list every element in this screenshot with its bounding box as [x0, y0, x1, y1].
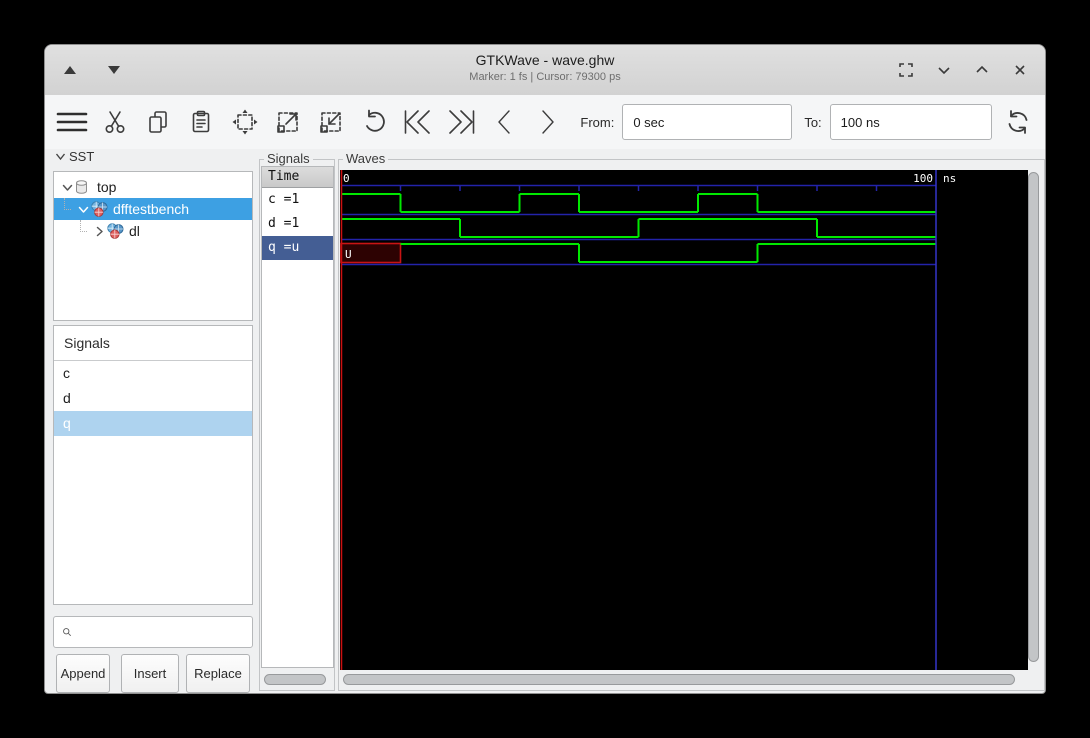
waves-frame: Waves 0 100 ns U [338, 151, 1045, 691]
signal-list-item-q[interactable]: q [54, 411, 252, 436]
chevron-right-icon[interactable] [92, 226, 106, 237]
to-input[interactable] [829, 104, 992, 140]
cylinder-icon [74, 179, 92, 195]
wave-row-c [341, 193, 936, 216]
gtkwave-window: GTKWave - wave.ghw Marker: 1 fs | Cursor… [44, 44, 1046, 694]
to-label: To: [804, 114, 822, 130]
tree-item-top[interactable]: top [54, 176, 252, 198]
signals-list-header[interactable]: Signals [54, 326, 252, 361]
zoom-out-icon [320, 112, 342, 133]
go-to-end-button[interactable] [445, 105, 478, 139]
expander-chevron-icon [55, 153, 66, 161]
menu-button[interactable] [55, 105, 88, 139]
previous-edge-button[interactable] [488, 105, 521, 139]
module-icon [90, 201, 108, 217]
signals-list-panel: Signals c d q [53, 325, 253, 605]
signals-frame-label: Signals [264, 151, 313, 166]
desktop: { "window": { "title": "GTKWave - wave.g… [0, 0, 1090, 738]
scrollbar-thumb[interactable] [1028, 172, 1039, 662]
search-input[interactable] [72, 618, 252, 646]
chevron-right-icon [542, 110, 554, 134]
undo-arrow-icon [365, 109, 385, 132]
zoom-fit-button[interactable] [228, 105, 261, 139]
titlebar[interactable]: GTKWave - wave.ghw Marker: 1 fs | Cursor… [45, 45, 1045, 96]
zoom-fit-icon [232, 109, 258, 135]
tree-item-label: top [97, 179, 117, 195]
chevron-left-icon [498, 110, 511, 134]
copy-icon [149, 111, 168, 133]
skip-to-end-icon [449, 110, 475, 134]
close-button[interactable] [1009, 59, 1031, 81]
zoom-out-button[interactable] [315, 105, 348, 139]
signal-list-item-c[interactable]: c [54, 361, 252, 386]
waveform-plot: 0 100 ns U [340, 170, 956, 670]
from-label: From: [580, 114, 615, 130]
chevron-down-icon [938, 67, 950, 75]
chevron-up-icon [976, 65, 988, 73]
cut-button[interactable] [98, 105, 131, 139]
signal-name-column: Time c =1 d =1 q =u [261, 166, 334, 668]
fullscreen-icon [899, 63, 913, 77]
scissors-icon [105, 111, 125, 133]
wave-row-q: U [340, 242, 936, 266]
svg-text:U: U [345, 248, 352, 261]
undo-button[interactable] [358, 105, 391, 139]
waves-frame-label: Waves [343, 151, 389, 166]
signal-row-d[interactable]: d =1 [262, 212, 333, 236]
signal-list-item-d[interactable]: d [54, 386, 252, 411]
chevron-down-icon[interactable] [60, 182, 74, 193]
signal-column-hscrollbar[interactable] [263, 673, 331, 687]
time-column-header[interactable]: Time [262, 167, 333, 188]
signal-row-q[interactable]: q =u [262, 236, 333, 260]
svg-text:0: 0 [343, 172, 350, 185]
wave-canvas[interactable]: 0 100 ns U [340, 170, 1028, 670]
module-icon [106, 223, 124, 239]
append-button[interactable]: Append [56, 654, 110, 693]
copy-button[interactable] [142, 105, 175, 139]
scrollbar-thumb[interactable] [343, 674, 1015, 685]
from-input[interactable] [622, 104, 793, 140]
wave-row-d [341, 218, 936, 241]
sst-tree: top dfftestbench dl [53, 171, 253, 321]
zoom-in-icon [277, 112, 298, 133]
svg-text:100: 100 [913, 172, 933, 185]
sst-section-label[interactable]: SST [55, 149, 94, 164]
scrollbar-thumb[interactable] [264, 674, 326, 685]
go-to-start-button[interactable] [401, 105, 434, 139]
tree-item-dl[interactable]: dl [54, 220, 252, 242]
skip-to-start-icon [404, 110, 430, 134]
tree-item-dfftestbench[interactable]: dfftestbench [54, 198, 252, 220]
signal-row-c[interactable]: c =1 [262, 188, 333, 212]
signal-search-box[interactable] [53, 616, 253, 648]
reload-button[interactable] [1002, 105, 1035, 139]
replace-button[interactable]: Replace [186, 654, 250, 693]
reload-icon [1008, 110, 1028, 134]
tree-guide-line [64, 198, 71, 210]
hamburger-menu-icon [56, 112, 87, 132]
clipboard-paste-icon [193, 110, 210, 133]
fullscreen-button[interactable] [895, 59, 917, 81]
toolbar: From: To: [45, 95, 1045, 149]
maximize-button[interactable] [971, 59, 993, 81]
tree-guide-line [80, 220, 87, 232]
svg-text:ns: ns [943, 172, 956, 185]
tree-item-label: dl [129, 223, 140, 239]
signals-column-frame: Signals Time c =1 d =1 q =u [259, 151, 335, 691]
tree-item-label: dfftestbench [113, 201, 190, 217]
chevron-down-icon[interactable] [76, 204, 90, 215]
search-icon [63, 628, 72, 637]
zoom-in-button[interactable] [271, 105, 304, 139]
insert-button[interactable]: Insert [121, 654, 179, 693]
minimize-button[interactable] [933, 59, 955, 81]
waves-vscrollbar[interactable] [1027, 170, 1041, 670]
waves-hscrollbar[interactable] [342, 673, 1026, 687]
close-icon [1015, 65, 1025, 75]
next-edge-button[interactable] [531, 105, 564, 139]
paste-button[interactable] [185, 105, 218, 139]
